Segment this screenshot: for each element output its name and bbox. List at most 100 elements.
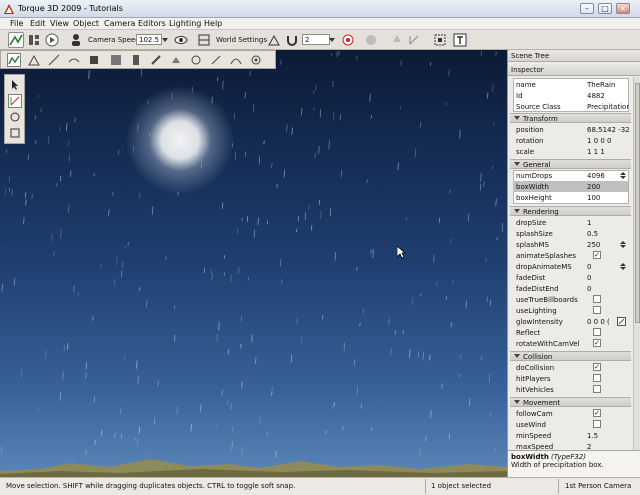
field-dropanimatems[interactable]: dropAnimateMS 0 (513, 261, 628, 272)
field-numdrops[interactable]: numDrops 4096 (513, 170, 628, 181)
object-snap-icon[interactable] (340, 32, 356, 48)
menu-camera[interactable]: Camera (104, 19, 135, 28)
menu-bar: File Edit View Object Camera Editors Lig… (0, 18, 640, 30)
snap-value-input[interactable]: 2 (302, 34, 330, 45)
snap-grid-icon[interactable] (266, 32, 282, 48)
field-scale[interactable]: scale 1 1 1 (513, 146, 628, 157)
field-name[interactable]: name TheRain (513, 79, 628, 90)
maximize-button[interactable]: □ (598, 3, 612, 14)
reflect-checkbox[interactable] (593, 328, 601, 336)
inspector-header[interactable]: Inspector (508, 64, 640, 76)
field-fadedistend[interactable]: fadeDistEnd 0 (513, 283, 628, 294)
raindrop (174, 334, 176, 342)
datablock-tool-icon[interactable] (229, 53, 243, 67)
particle-tool-icon[interactable] (189, 53, 203, 67)
uselighting-checkbox[interactable] (593, 306, 601, 314)
text-tool-icon[interactable] (452, 32, 468, 48)
docollision-checkbox[interactable]: ✓ (593, 363, 601, 371)
move-tool-icon[interactable] (8, 94, 22, 108)
raindrop (283, 169, 286, 178)
numdrops-spinner-icon[interactable] (619, 171, 627, 180)
menu-editors[interactable]: Editors (138, 19, 166, 28)
raindrop (241, 217, 243, 222)
play-game-icon[interactable] (44, 32, 60, 48)
scrollbar-thumb[interactable] (635, 83, 640, 323)
field-splashms[interactable]: splashMS 250 (513, 239, 628, 250)
raindrop (120, 434, 123, 439)
menu-lighting[interactable]: Lighting (169, 19, 201, 28)
scene-tree-header[interactable]: Scene Tree (508, 50, 640, 62)
scale-tool-icon[interactable] (8, 126, 22, 140)
raindrop (342, 426, 344, 431)
color-picker-icon[interactable] (617, 317, 626, 326)
terrain-shape-icon[interactable] (27, 53, 41, 67)
field-position[interactable]: position 68.5142 -32 (513, 124, 629, 135)
select-arrow-icon[interactable] (8, 78, 22, 92)
road-tool-icon[interactable] (129, 53, 143, 67)
raindrop (124, 355, 126, 360)
field-glowintensity[interactable]: glowIntensity 0 0 0 ( (513, 316, 628, 327)
world-editor-icon[interactable] (8, 32, 24, 48)
menu-edit[interactable]: Edit (30, 19, 46, 28)
camera-person-icon[interactable] (68, 32, 84, 48)
section-rendering[interactable]: Rendering (510, 206, 631, 216)
section-general[interactable]: General (510, 159, 631, 169)
inspector-scrollbar[interactable] (633, 77, 640, 450)
close-button[interactable]: × (616, 3, 630, 14)
dropanimatems-spinner-icon[interactable] (619, 262, 627, 271)
mesh-tool-icon[interactable] (109, 53, 123, 67)
section-movement[interactable]: Movement (510, 397, 631, 407)
usewind-checkbox[interactable] (593, 420, 601, 428)
terrain-snap-icon[interactable] (363, 32, 379, 48)
camera-speed-input[interactable]: 102.5 (136, 34, 162, 45)
magnet-snap-icon[interactable] (284, 32, 300, 48)
sound-tool-icon[interactable] (209, 53, 223, 67)
field-splashsize[interactable]: splashSize 0.5 (513, 228, 628, 239)
menu-file[interactable]: File (10, 19, 23, 28)
rotatewithcamvel-checkbox[interactable]: ✓ (593, 339, 601, 347)
field-dropsize[interactable]: dropSize 1 (513, 217, 628, 228)
field-boxheight[interactable]: boxHeight 100 (513, 192, 628, 203)
menu-view[interactable]: View (50, 19, 69, 28)
shape-tool-icon[interactable] (87, 53, 101, 67)
menu-object[interactable]: Object (73, 19, 99, 28)
snap-dropdown-icon[interactable] (328, 35, 336, 44)
menu-help[interactable]: Help (204, 19, 222, 28)
terrain-tool-icon[interactable] (7, 53, 21, 67)
field-maxspeed[interactable]: maxSpeed 2 (513, 441, 628, 450)
navigation-tool-icon[interactable] (249, 53, 263, 67)
visibility-eye-icon[interactable] (173, 32, 189, 48)
animatesplashes-checkbox[interactable]: ✓ (593, 251, 601, 259)
world-settings-icon[interactable] (196, 32, 212, 48)
decal-tool-icon[interactable] (67, 53, 81, 67)
followcam-checkbox[interactable]: ✓ (593, 409, 601, 417)
usetruebillboards-checkbox[interactable] (593, 295, 601, 303)
raindrop (211, 272, 213, 280)
field-fadedist[interactable]: fadeDist 0 (513, 272, 628, 283)
hitplayers-checkbox[interactable] (593, 374, 601, 382)
drop-at-icon[interactable] (389, 32, 405, 48)
torque-logo-icon (4, 4, 14, 14)
rotate-tool-icon[interactable] (8, 110, 22, 124)
3d-viewport[interactable] (0, 50, 507, 477)
raindrop (23, 216, 25, 225)
gui-editor-icon[interactable] (26, 32, 42, 48)
field-rotation[interactable]: rotation 1 0 0 0 (513, 135, 628, 146)
section-transform[interactable]: Transform (510, 113, 631, 123)
minimize-button[interactable]: – (580, 3, 594, 14)
axis-gizmo-icon[interactable] (406, 32, 422, 48)
camera-speed-dropdown-icon[interactable] (161, 35, 169, 44)
raindrop (397, 162, 399, 171)
field-minspeed[interactable]: minSpeed 1.5 (513, 430, 628, 441)
fit-selection-icon[interactable] (432, 32, 448, 48)
hitvehicles-checkbox[interactable] (593, 385, 601, 393)
field-boxwidth[interactable]: boxWidth 200 (513, 181, 628, 192)
forest-tool-icon[interactable] (149, 53, 163, 67)
material-tool-icon[interactable] (169, 53, 183, 67)
splashms-spinner-icon[interactable] (619, 240, 627, 249)
field-uselighting: useLighting (513, 305, 628, 316)
raindrop (117, 149, 120, 156)
raindrop (445, 102, 447, 107)
river-tool-icon[interactable] (47, 53, 61, 67)
section-collision[interactable]: Collision (510, 351, 631, 361)
